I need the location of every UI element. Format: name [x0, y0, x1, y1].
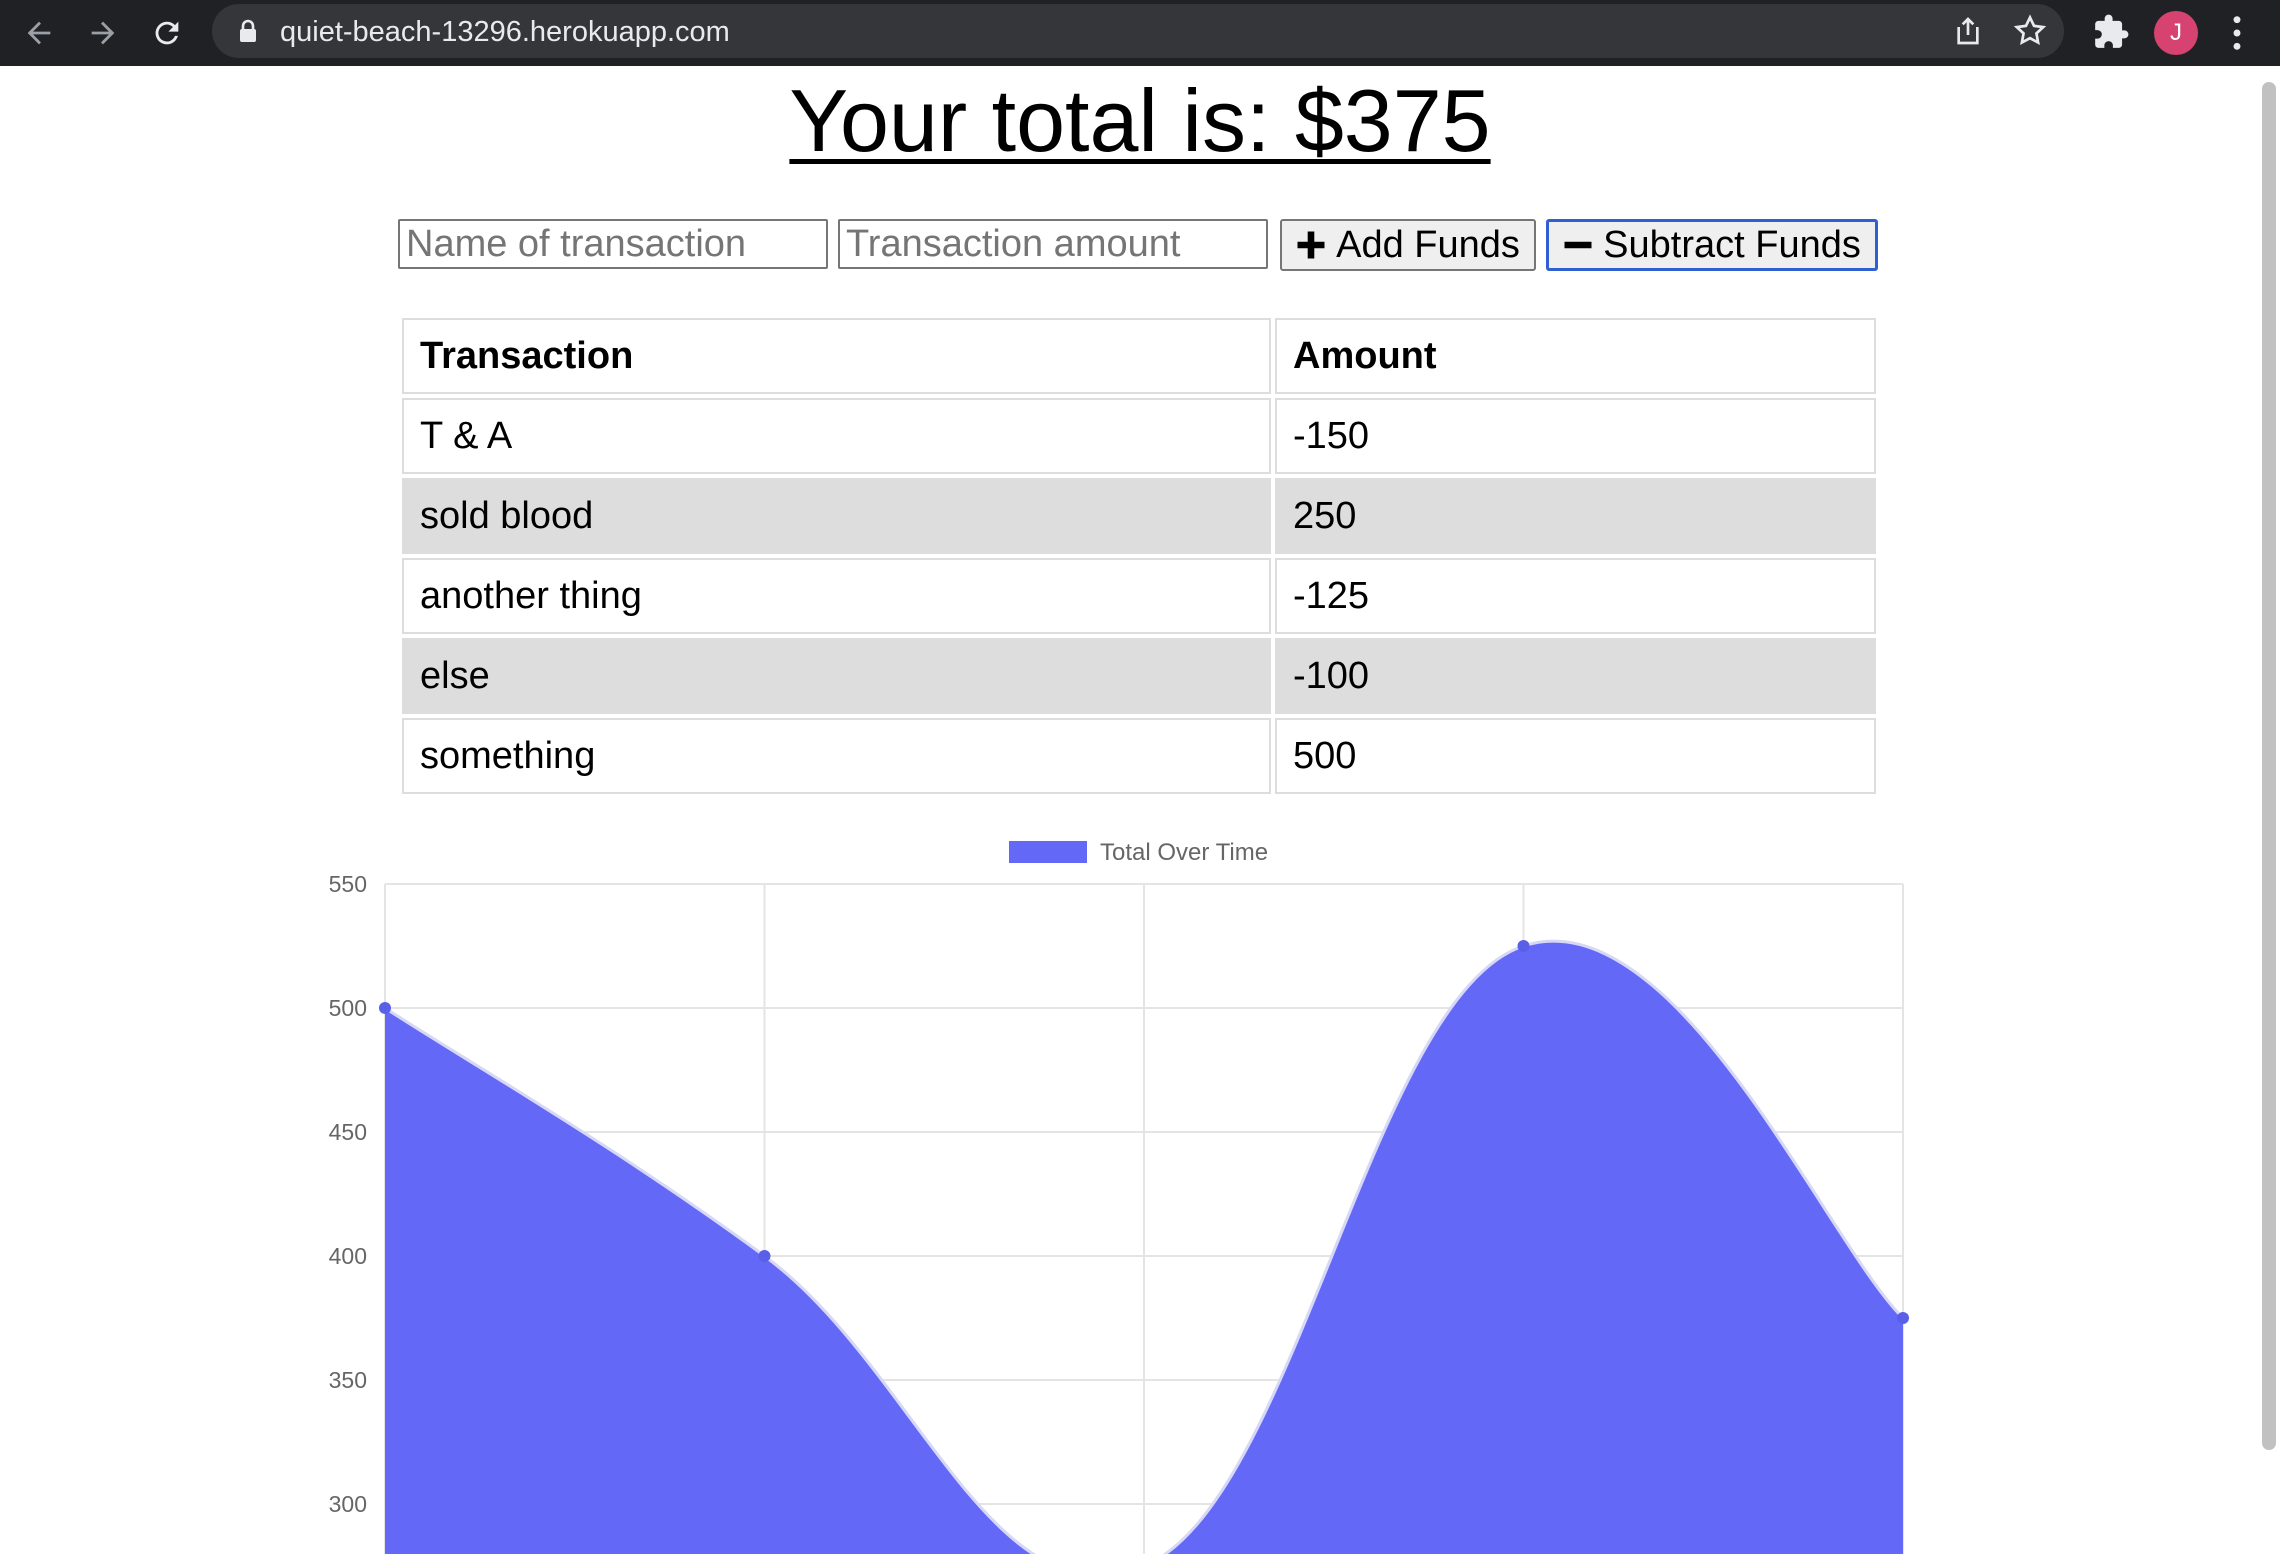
transaction-name-cell: else: [402, 638, 1271, 714]
extensions-icon[interactable]: [2092, 13, 2130, 51]
browser-toolbar: quiet-beach-13296.herokuapp.com J: [0, 0, 2280, 66]
chart-y-tick-label: 350: [329, 1367, 367, 1393]
add-funds-button[interactable]: Add Funds: [1280, 219, 1536, 271]
chart-y-tick-label: 300: [329, 1491, 367, 1517]
avatar[interactable]: J: [2154, 11, 2198, 55]
chart-y-tick-label: 400: [329, 1243, 367, 1269]
chart-data-point: [1897, 1312, 1909, 1324]
subtract-funds-label: Subtract Funds: [1603, 223, 1861, 266]
table-row: something 500: [402, 718, 1876, 794]
star-icon[interactable]: [2012, 13, 2048, 49]
transaction-amount-cell: 250: [1275, 478, 1876, 554]
chart-legend-swatch: [1007, 839, 1089, 865]
back-arrow-icon[interactable]: [14, 8, 64, 58]
chart-data-point: [758, 1250, 771, 1262]
transaction-amount-cell: 500: [1275, 718, 1876, 794]
total-over-time-chart: 550 500 450 400 350 300 Total Over Time: [329, 839, 1909, 1554]
share-icon[interactable]: [1952, 15, 1984, 47]
column-header-transaction: Transaction: [402, 318, 1271, 394]
column-header-amount: Amount: [1275, 318, 1876, 394]
chart-legend-label: Total Over Time: [1100, 839, 1268, 866]
menu-dots-icon[interactable]: [2222, 13, 2252, 53]
chart-y-tick-label: 550: [329, 871, 367, 897]
transaction-amount-cell: -125: [1275, 558, 1876, 634]
reload-icon[interactable]: [142, 8, 192, 58]
chart-y-tick-label: 500: [329, 995, 367, 1021]
page-scrollbar[interactable]: [2262, 82, 2276, 1450]
address-bar[interactable]: quiet-beach-13296.herokuapp.com: [212, 4, 2064, 58]
add-funds-label: Add Funds: [1336, 223, 1520, 266]
plus-icon: [1297, 231, 1325, 259]
transaction-name-input[interactable]: [398, 219, 828, 269]
transaction-amount-input[interactable]: [838, 219, 1268, 269]
transaction-name-cell: T & A: [402, 398, 1271, 474]
table-row: another thing -125: [402, 558, 1876, 634]
transactions-table: Transaction Amount T & A -150 sold blood…: [398, 314, 1880, 798]
transaction-name-cell: something: [402, 718, 1271, 794]
transaction-amount-cell: -150: [1275, 398, 1876, 474]
table-row: sold blood 250: [402, 478, 1876, 554]
minus-icon: [1564, 241, 1592, 249]
lock-icon: [240, 19, 256, 42]
subtract-funds-button[interactable]: Subtract Funds: [1546, 219, 1878, 271]
transaction-name-cell: another thing: [402, 558, 1271, 634]
chart-data-point: [379, 1002, 391, 1014]
table-row: T & A -150: [402, 398, 1876, 474]
transaction-name-cell: sold blood: [402, 478, 1271, 554]
chart-data-point: [1517, 940, 1530, 952]
page-title: Your total is: $375: [789, 71, 1491, 170]
table-header-row: Transaction Amount: [402, 318, 1876, 394]
table-row: else -100: [402, 638, 1876, 714]
url-text: quiet-beach-13296.herokuapp.com: [280, 16, 730, 48]
forward-arrow-icon[interactable]: [78, 8, 128, 58]
transaction-amount-cell: -100: [1275, 638, 1876, 714]
chart-y-tick-label: 450: [329, 1119, 367, 1145]
